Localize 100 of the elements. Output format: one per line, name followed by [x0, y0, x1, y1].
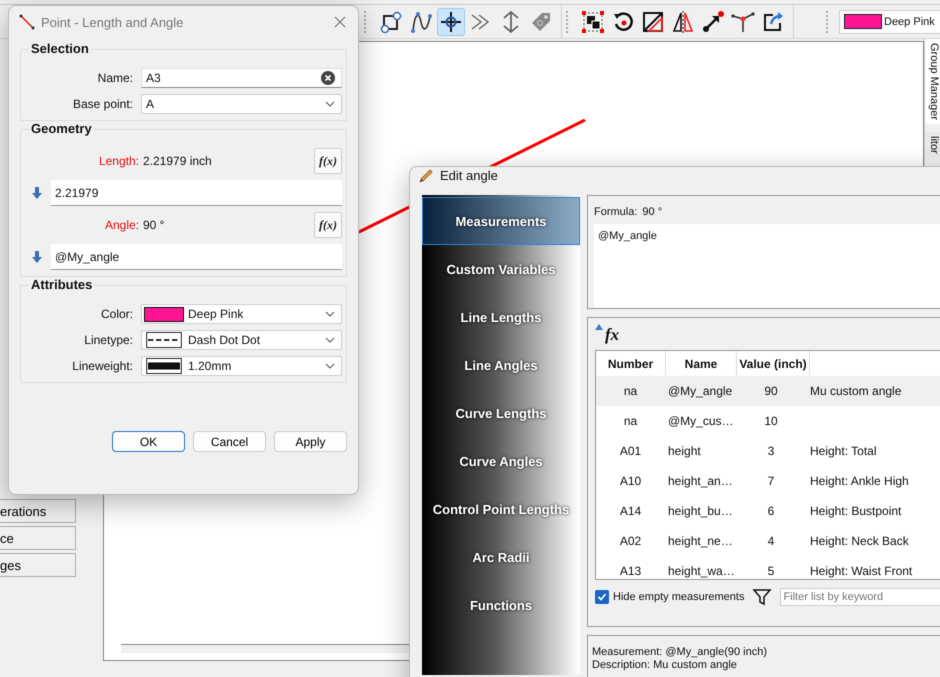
name-field[interactable]: A3 — [141, 68, 342, 88]
checkbox[interactable]: Hide empty measurements — [595, 590, 744, 604]
chevron-down-icon — [325, 311, 335, 317]
formula-reading: 90 ° — [642, 206, 662, 218]
base-point-dropdown[interactable]: A — [141, 94, 342, 114]
arrow-down-icon[interactable] — [31, 186, 43, 200]
table-cell-text: height — [667, 444, 702, 458]
table-cell-text: Height: Ankle High — [809, 474, 910, 488]
field-label: Color: — [100, 307, 134, 321]
category-item[interactable]: Measurements — [422, 197, 580, 245]
table-cell-text: Height: Neck Back — [809, 534, 910, 548]
table-cell-text: 6 — [766, 504, 776, 518]
branching-lines-icon — [731, 10, 755, 34]
field-label: Base point: — [72, 97, 134, 111]
field-label: Lineweight: — [71, 359, 134, 373]
category-item[interactable]: Curve Lengths — [422, 389, 580, 437]
table-cell-text: @My_angle — [667, 384, 734, 398]
table-cell-text: A13 — [618, 564, 642, 578]
pencil-icon — [418, 168, 434, 184]
panel-button[interactable]: erations — [0, 499, 76, 523]
color-dropdown[interactable]: Deep Pink — [141, 304, 342, 324]
chevron-down-icon — [325, 101, 335, 107]
table-cell-text: na — [622, 414, 638, 428]
category-item[interactable]: Custom Variables — [422, 245, 580, 293]
table-cell-text: 7 — [766, 474, 776, 488]
table-cell-text: @My_cus… — [667, 414, 735, 428]
close-icon — [334, 16, 346, 28]
table-cell-text: 90 — [763, 384, 779, 398]
formula-field[interactable]: 2.21979 — [51, 180, 342, 206]
table-cell-text: A01 — [618, 444, 642, 458]
field-label: Length: — [98, 154, 140, 168]
clear-icon[interactable] — [321, 71, 335, 85]
table-cell-text: Height: Waist Front — [809, 564, 914, 578]
dialog-button[interactable]: Apply — [274, 431, 347, 452]
chevron-down-icon — [325, 363, 335, 369]
category-item[interactable]: Functions — [422, 581, 580, 629]
linetype-dropdown[interactable]: Dash Dot Dot — [141, 330, 342, 350]
export-icon — [761, 10, 785, 34]
overlapping-squares-icon — [581, 10, 605, 34]
dialog-button[interactable]: Cancel — [193, 431, 266, 452]
info-text: Description: Mu custom angle — [592, 659, 738, 672]
window-title: Edit angle — [440, 168, 499, 183]
table-cell-text: 3 — [766, 444, 776, 458]
close-button[interactable] — [332, 14, 348, 30]
lineweight-dropdown[interactable]: 1.20mm — [141, 356, 342, 376]
table-cell-text: A14 — [618, 504, 642, 518]
value-reading: 90 ° — [143, 218, 166, 232]
function-button[interactable]: fx — [603, 324, 622, 346]
formula-button[interactable]: f(x) — [314, 212, 342, 238]
checkmark-icon — [597, 592, 607, 602]
field-label: Angle: — [104, 218, 140, 232]
selected-row[interactable]: na @My_angle 90 Mu custom angle — [596, 376, 940, 406]
table-cell-text: Mu custom angle — [809, 384, 902, 398]
rectangle-node-icon — [379, 10, 403, 34]
value-reading: 2.21979 inch — [143, 154, 213, 168]
dock-tab[interactable]: litor — [925, 132, 940, 158]
category-item[interactable]: Control Point Lengths — [422, 485, 580, 533]
arrow-dot-icon — [701, 10, 725, 34]
category-item[interactable]: Curve Angles — [422, 437, 580, 485]
table-cell-text: Height: Bustpoint — [809, 504, 902, 518]
table-cell-text: na — [622, 384, 638, 398]
field-label: Linetype: — [83, 333, 134, 347]
curve-icon — [409, 10, 433, 34]
table-cell-text: height_bu… — [667, 504, 734, 518]
mirror-triangles-icon — [671, 10, 695, 34]
table-cell-text: 4 — [766, 534, 776, 548]
group-heading: Selection — [29, 41, 91, 56]
filter-field[interactable]: Filter list by keyword — [780, 588, 940, 606]
panel-button[interactable]: ce — [0, 526, 76, 550]
rotate-icon — [611, 10, 635, 34]
dock-tab[interactable]: Group Manager — [925, 39, 940, 124]
info-text: Measurement: @My_angle(90 inch) — [592, 646, 768, 659]
color-dropdown[interactable]: Deep Pink — [839, 10, 940, 34]
formula-field[interactable]: @My_angle — [51, 244, 342, 270]
formula-button[interactable]: f(x) — [314, 148, 342, 174]
filter-icon[interactable] — [752, 587, 772, 607]
diagonal-square-icon — [641, 10, 665, 34]
triangle-up-icon — [595, 324, 603, 330]
group-heading: Geometry — [29, 121, 94, 136]
crosshair-icon — [439, 10, 463, 34]
table-cell-text: 10 — [763, 414, 779, 428]
line-icon — [19, 14, 35, 30]
table-cell-text: Height: Total — [809, 444, 878, 458]
dialog-button[interactable]: OK — [112, 431, 185, 452]
group-heading: Attributes — [29, 277, 94, 292]
category-item[interactable]: Arc Radii — [422, 533, 580, 581]
table-cell-text: height_an… — [667, 474, 734, 488]
category-item[interactable]: Line Angles — [422, 341, 580, 389]
table-cell-text: 5 — [766, 564, 776, 578]
chevron-down-icon — [325, 337, 335, 343]
table-cell-text: height_ne… — [667, 534, 734, 548]
category-item[interactable]: Line Lengths — [422, 293, 580, 341]
table-cell-text: A10 — [618, 474, 642, 488]
field-label: Name: — [96, 71, 134, 85]
formula-label: Formula: — [594, 206, 638, 218]
formula-text-field[interactable]: @My_angle — [594, 224, 940, 308]
window-title: Point - Length and Angle — [41, 14, 184, 30]
tool-button[interactable] — [437, 8, 465, 36]
panel-button[interactable]: ges — [0, 553, 76, 577]
arrow-down-icon[interactable] — [31, 250, 43, 264]
